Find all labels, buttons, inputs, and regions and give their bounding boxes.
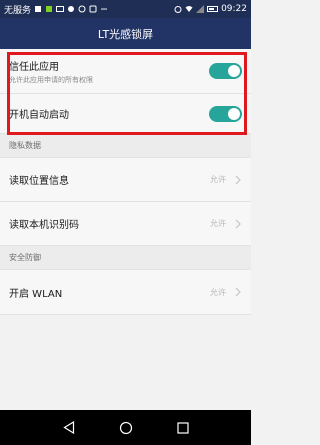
chevron-right-icon [235, 287, 241, 297]
auto-start-row[interactable]: 开机自动启动 [0, 94, 251, 134]
read-device-id-row[interactable]: 读取本机识别码 允许 [0, 202, 251, 246]
auto-start-title: 开机自动启动 [9, 110, 69, 121]
sd-card-icon [46, 6, 53, 12]
recents-icon [176, 421, 189, 434]
status-left: 无服务 [4, 3, 174, 16]
enable-wlan-row[interactable]: 开启 WLAN 允许 [0, 270, 251, 315]
qq-icon [68, 6, 75, 12]
notification-icon [35, 6, 42, 12]
home-icon [119, 421, 132, 434]
auto-start-toggle[interactable] [209, 105, 242, 122]
read-device-id-value: 允许 [210, 219, 226, 228]
nav-bar [0, 410, 251, 445]
toggle-knob [228, 107, 240, 120]
trust-app-row[interactable]: 信任此应用 允许此应用申请的所有权限 [0, 49, 251, 94]
toggle-knob [228, 65, 240, 77]
read-device-id-text: 读取本机识别码 [9, 216, 210, 231]
app-header: LT光感锁屏 [0, 18, 251, 49]
signal-icon [196, 5, 205, 13]
read-location-row[interactable]: 读取位置信息 允许 [0, 158, 251, 202]
chevron-right-icon [235, 219, 241, 228]
carrier-text: 无服务 [4, 5, 32, 16]
app-icon [78, 5, 86, 13]
read-location-title: 读取位置信息 [9, 176, 69, 187]
trust-app-toggle[interactable] [209, 63, 242, 79]
back-icon [62, 421, 74, 434]
app-icon-2 [89, 5, 97, 13]
screen: 无服务 09:22 LT光感锁屏 信任此应用 允许此应用申请的所有权限 开机自动… [0, 0, 251, 445]
wifi-icon [185, 6, 193, 12]
alarm-icon [174, 6, 182, 13]
enable-wlan-value: 允许 [210, 287, 226, 297]
photo-icon [56, 6, 65, 12]
home-button[interactable] [118, 420, 134, 436]
section-header-privacy: 隐私数据 [0, 134, 251, 158]
trust-app-subtitle: 允许此应用申请的所有权限 [9, 75, 93, 84]
section-header-security: 安全防御 [0, 246, 251, 270]
status-bar: 无服务 09:22 [0, 0, 251, 18]
enable-wlan-text: 开启 WLAN [9, 285, 210, 300]
read-location-value: 允许 [210, 175, 226, 184]
page-title: LT光感锁屏 [97, 27, 154, 41]
trust-app-text: 信任此应用 允许此应用申请的所有权限 [9, 58, 209, 85]
trust-app-title: 信任此应用 [9, 61, 59, 73]
clock-text: 09:22 [221, 4, 247, 14]
chevron-right-icon [235, 175, 241, 184]
battery-icon [207, 6, 219, 12]
recents-button[interactable] [175, 420, 191, 436]
auto-start-text: 开机自动启动 [9, 106, 209, 121]
read-device-id-title: 读取本机识别码 [9, 220, 79, 231]
read-location-text: 读取位置信息 [9, 172, 210, 187]
back-button[interactable] [61, 420, 77, 436]
settings-list: 信任此应用 允许此应用申请的所有权限 开机自动启动 隐私数据 读取位置信息 允许… [0, 49, 251, 315]
more-icon [101, 8, 107, 10]
enable-wlan-title: 开启 WLAN [9, 288, 63, 300]
status-right: 09:22 [174, 4, 247, 14]
